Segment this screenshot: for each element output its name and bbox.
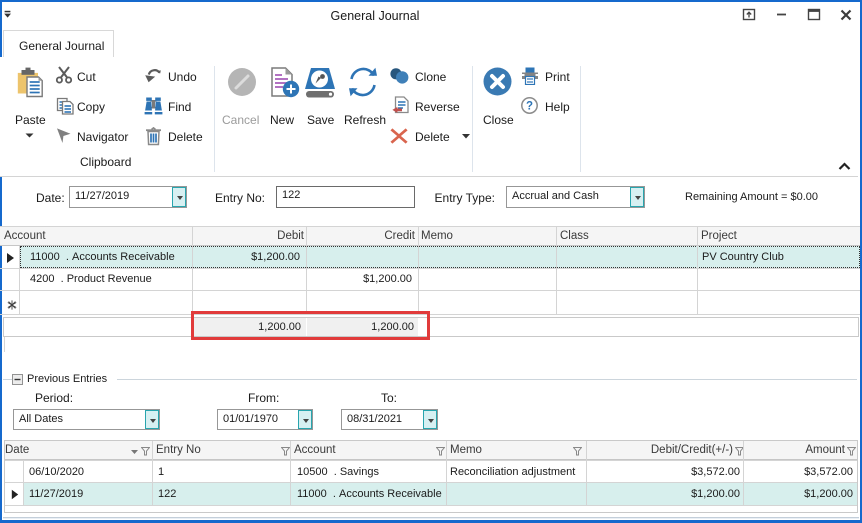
- svg-text:?: ?: [526, 101, 533, 113]
